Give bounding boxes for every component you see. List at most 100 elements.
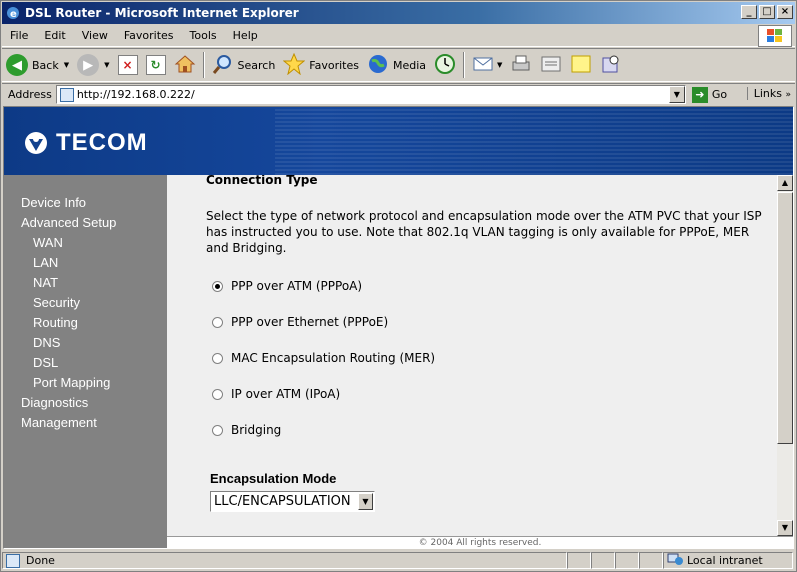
menu-edit[interactable]: Edit: [36, 29, 73, 42]
select-dropdown-button[interactable]: ▼: [358, 493, 373, 510]
menu-file[interactable]: File: [2, 29, 36, 42]
address-dropdown-button[interactable]: ▼: [668, 86, 685, 103]
menu-favorites[interactable]: Favorites: [116, 29, 182, 42]
status-main-panel: Done: [2, 552, 567, 569]
sidebar-item-management[interactable]: Management: [21, 415, 97, 430]
radio-label: MAC Encapsulation Routing (MER): [231, 351, 436, 365]
standard-toolbar: ◀ Back ▼ ▶ ▼ × ↻ Search Favorites Media …: [2, 48, 795, 82]
favorites-label: Favorites: [309, 58, 359, 72]
scroll-thumb[interactable]: [777, 192, 793, 444]
radio-button[interactable]: [212, 388, 223, 400]
radio-button[interactable]: [212, 424, 223, 436]
status-panel: [639, 552, 663, 569]
media-button[interactable]: Media: [363, 50, 430, 80]
stop-button[interactable]: ×: [114, 50, 142, 80]
address-input[interactable]: http://192.168.0.222/ ▼: [55, 85, 686, 104]
refresh-button[interactable]: ↻: [142, 50, 170, 80]
sidebar-item-dsl[interactable]: DSL: [33, 355, 58, 370]
radio-label: Bridging: [231, 423, 282, 437]
sidebar-item-device-info[interactable]: Device Info: [21, 195, 86, 210]
history-icon: [434, 53, 456, 78]
brand-name: TECOM: [56, 129, 148, 156]
zone-text: Local intranet: [687, 554, 763, 567]
toolbar-separator: [202, 52, 205, 78]
title-bar: e DSL Router - Microsoft Internet Explor…: [2, 2, 795, 24]
sidebar-item-wan[interactable]: WAN: [33, 235, 63, 250]
chevron-down-icon: ▼: [497, 61, 503, 69]
svg-text:e: e: [10, 9, 17, 20]
print-button[interactable]: [506, 50, 536, 80]
star-icon: [282, 52, 306, 78]
tecom-logo: TECOM: [24, 129, 148, 157]
stop-icon: ×: [117, 55, 138, 75]
menu-tools[interactable]: Tools: [182, 29, 225, 42]
menu-help[interactable]: Help: [225, 29, 266, 42]
favorites-button[interactable]: Favorites: [279, 50, 363, 80]
vertical-scrollbar[interactable]: ▲ ▼: [777, 175, 793, 536]
description-text: Select the type of network protocol and …: [206, 209, 762, 255]
mail-icon: [472, 54, 494, 77]
home-button[interactable]: [170, 50, 200, 80]
mail-button[interactable]: ▼: [468, 50, 506, 80]
links-label: Links: [753, 87, 782, 100]
menu-bar: File Edit View Favorites Tools Help: [2, 25, 795, 47]
chevron-right-icon: »: [785, 90, 791, 100]
minimize-button[interactable]: _: [741, 5, 757, 19]
menu-view[interactable]: View: [74, 29, 116, 42]
radio-button[interactable]: [212, 316, 223, 328]
tecom-logo-icon: [25, 132, 47, 154]
discuss-button[interactable]: [566, 50, 596, 80]
sidebar-item-lan[interactable]: LAN: [33, 255, 58, 270]
forward-arrow-icon: ▶: [77, 54, 100, 76]
go-label: Go: [711, 88, 728, 101]
sidebar-item-port-mapping[interactable]: Port Mapping: [33, 375, 110, 390]
forward-button[interactable]: ▶ ▼: [73, 50, 113, 80]
sidebar-item-nat[interactable]: NAT: [33, 275, 58, 290]
copyright-footer: © 2004 All rights reserved.: [167, 536, 793, 548]
research-icon: [600, 54, 622, 77]
chevron-down-icon: ▼: [63, 61, 70, 69]
main-content: Connection Type Select the type of netwo…: [167, 175, 777, 536]
browser-window: e DSL Router - Microsoft Internet Explor…: [0, 0, 797, 572]
sidebar-item-diagnostics[interactable]: Diagnostics: [21, 395, 88, 410]
history-button[interactable]: [430, 50, 460, 80]
close-button[interactable]: ×: [777, 5, 793, 19]
sidebar-item-advanced-setup[interactable]: Advanced Setup: [21, 215, 116, 230]
page-viewport: TECOM Device Info Advanced Setup WAN LAN…: [3, 106, 794, 549]
maximize-button[interactable]: □: [759, 5, 775, 19]
back-arrow-icon: ◀: [6, 54, 28, 76]
encapsulation-mode-select[interactable]: LLC/ENCAPSULATION ▼: [210, 491, 375, 512]
scroll-down-button[interactable]: ▼: [777, 520, 793, 536]
address-label: Address: [8, 88, 52, 101]
go-arrow-icon: ➜: [691, 86, 708, 103]
radio-pppoe[interactable]: PPP over Ethernet (PPPoE): [212, 315, 388, 329]
sidebar-item-dns[interactable]: DNS: [33, 335, 60, 350]
radio-mer[interactable]: MAC Encapsulation Routing (MER): [212, 351, 435, 365]
header-banner: TECOM: [4, 107, 793, 175]
radio-button[interactable]: [212, 352, 223, 364]
edit-button[interactable]: [536, 50, 566, 80]
encapsulation-mode-label: Encapsulation Mode: [210, 471, 337, 486]
status-panel: [591, 552, 615, 569]
scroll-up-button[interactable]: ▲: [777, 175, 793, 191]
messenger-button[interactable]: [596, 50, 626, 80]
sidebar-nav: Device Info Advanced Setup WAN LAN NAT S…: [4, 175, 167, 548]
media-label: Media: [393, 58, 427, 72]
back-button[interactable]: ◀ Back ▼: [2, 50, 73, 80]
sidebar-item-routing[interactable]: Routing: [33, 315, 78, 330]
radio-bridging[interactable]: Bridging: [212, 423, 281, 437]
radio-button-checked[interactable]: [212, 280, 223, 292]
search-button[interactable]: Search: [208, 50, 280, 80]
status-panel: [567, 552, 591, 569]
page-icon: [59, 87, 74, 102]
radio-ipoa[interactable]: IP over ATM (IPoA): [212, 387, 340, 401]
status-panel: [615, 552, 639, 569]
sidebar-item-security[interactable]: Security: [33, 295, 80, 310]
radio-pppoa[interactable]: PPP over ATM (PPPoA): [212, 279, 362, 293]
go-button[interactable]: ➜ Go: [691, 86, 728, 103]
status-bar: Done Local intranet: [2, 550, 795, 571]
address-bar: Address http://192.168.0.222/ ▼ ➜ Go Lin…: [2, 83, 795, 105]
edit-page-icon: [540, 54, 562, 77]
links-button[interactable]: Links »: [746, 87, 791, 100]
radio-label: PPP over ATM (PPPoA): [231, 279, 363, 293]
